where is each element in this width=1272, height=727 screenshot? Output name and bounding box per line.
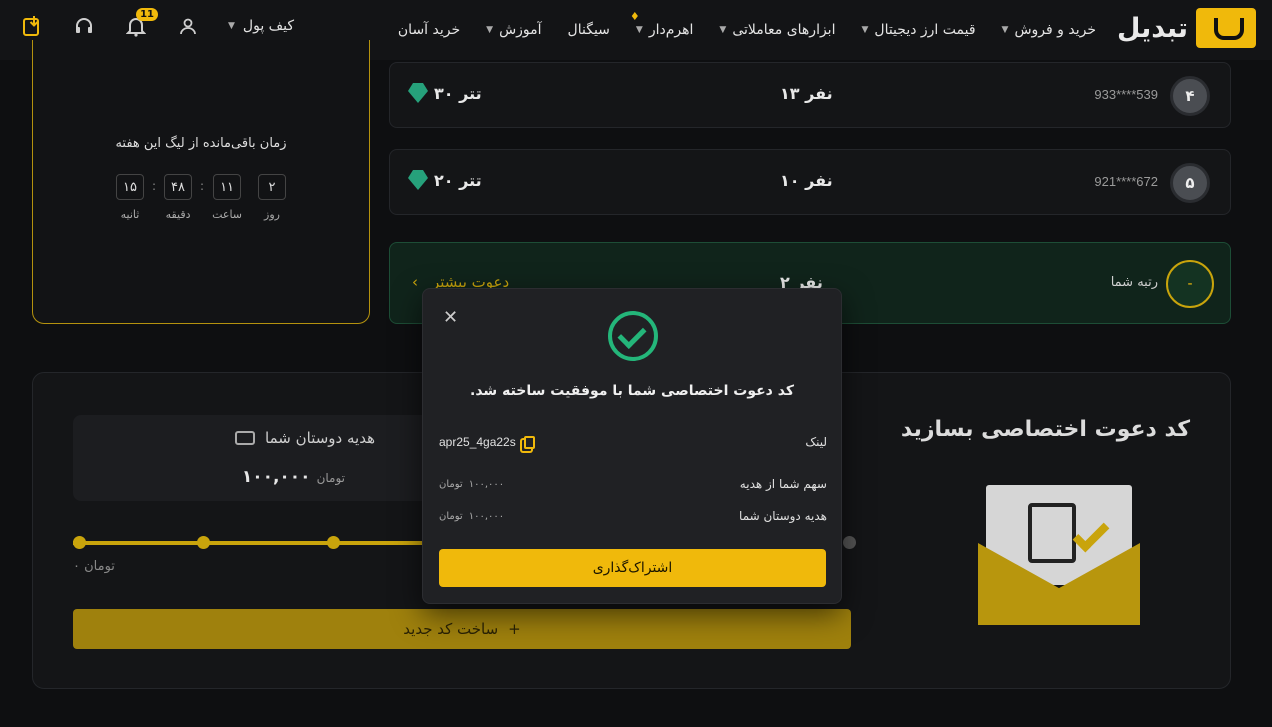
headset-icon[interactable] [72, 14, 96, 38]
close-icon[interactable]: ✕ [443, 307, 458, 328]
create-code-button[interactable]: ساخت کد جدید + [73, 609, 851, 649]
my-share-row: سهم شما از هدیه تومان ۱۰۰,۰۰۰ [439, 477, 827, 491]
check-circle-icon [608, 311, 658, 361]
leaderboard-row: ۵ 921****672 ۱۰ نفر ۲۰ تتر [389, 149, 1231, 215]
invite-count: ۱۰ نفر [780, 171, 833, 190]
league-timer-card: زمان باقی‌مانده از لیگ این هفته ۱۵ ثانیه … [32, 40, 370, 324]
slider-step[interactable] [843, 536, 856, 549]
slider-step[interactable] [197, 536, 210, 549]
bell-icon[interactable]: 11 [124, 8, 158, 38]
nav-item-crypto-price[interactable]: قیمت ارز دیجیتال ▼ [861, 22, 975, 38]
chevron-down-icon: ▼ [635, 25, 643, 35]
link-row: لینک apr25_4ga22s [439, 435, 827, 449]
countdown-hours: ۱۱ ساعت [212, 174, 242, 221]
reward: ۲۰ تتر [408, 170, 482, 190]
countdown-days: ۲ روز [258, 174, 287, 221]
notification-badge: 11 [136, 8, 158, 21]
friends-gift-title: هدیه دوستان شما [235, 429, 375, 447]
plus-icon: + [508, 620, 521, 638]
timer-title: زمان باقی‌مانده از لیگ این هفته [115, 136, 287, 151]
panel-title: کد دعوت اختصاصی بسازید [900, 417, 1190, 442]
chevron-down-icon: ▼ [719, 25, 727, 35]
logo[interactable]: تبدیل [1117, 8, 1256, 48]
countdown: ۱۵ ثانیه : ۴۸ دقیقه : ۱۱ ساعت ۲ روز [33, 174, 369, 221]
nav-item-trading-tools[interactable]: ابزارهای معاملاتی ▼ [719, 22, 835, 38]
invite-count: ۱۳ نفر [780, 84, 833, 103]
user-phone: 933****539 [1094, 87, 1158, 102]
chevron-left-icon: ‹ [412, 273, 418, 291]
nav-item-signal[interactable]: سیگنال [568, 22, 610, 38]
reward: ۳۰ تتر [408, 83, 482, 103]
chevron-down-icon: ▼ [228, 21, 235, 31]
envelope-illustration [978, 485, 1140, 625]
share-button[interactable]: اشتراک‌گذاری [439, 549, 826, 587]
countdown-seconds: ۱۵ ثانیه [115, 174, 144, 221]
wallet-menu[interactable]: کیف پول ▼ [228, 18, 294, 34]
wallet-label: کیف پول [242, 18, 295, 34]
tether-icon [408, 170, 428, 190]
user-phone: 921****672 [1094, 174, 1158, 189]
logo-text: تبدیل [1117, 12, 1188, 44]
friends-gift-box: هدیه دوستان شما ۱۰۰,۰۰۰ تومان [73, 415, 447, 501]
copy-icon[interactable] [523, 435, 535, 449]
nav-item-leverage[interactable]: اهرم‌دار ▼ ♦ [630, 10, 693, 38]
chevron-down-icon: ▼ [1001, 25, 1009, 35]
rank-badge: ۵ [1170, 163, 1210, 203]
success-modal: ✕ کد دعوت اختصاصی شما با موفقیت ساخته شد… [422, 288, 842, 604]
my-rank-label: رتبه شما [1110, 275, 1158, 290]
friends-gift-amount: ۱۰۰,۰۰۰ تومان [241, 467, 345, 487]
invite-link[interactable]: apr25_4ga22s [439, 435, 535, 449]
chevron-down-icon: ▼ [861, 25, 869, 35]
slider-track [73, 541, 424, 545]
user-icon[interactable] [176, 14, 200, 38]
logo-mark-icon [1196, 8, 1256, 48]
ticket-icon [235, 431, 256, 445]
slider-step[interactable] [73, 536, 86, 549]
nav-item-education[interactable]: آموزش ▼ [486, 22, 541, 38]
header-actions: 11 کیف پول ▼ [20, 8, 294, 38]
modal-title: کد دعوت اختصاصی شما با موفقیت ساخته شد. [470, 383, 794, 399]
tether-icon [408, 83, 428, 103]
slider-step[interactable] [327, 536, 340, 549]
countdown-minutes: ۴۸ دقیقه [164, 174, 193, 221]
main-nav: خرید و فروش ▼ قیمت ارز دیجیتال ▼ ابزارهای … [398, 0, 1096, 60]
leaderboard-row: ۴ 933****539 ۱۳ نفر ۳۰ تتر [389, 62, 1231, 128]
nav-item-easy-buy[interactable]: خرید آسان [398, 22, 460, 38]
nav-item-buy-sell[interactable]: خرید و فروش ▼ [1002, 22, 1096, 38]
chevron-down-icon: ▼ [486, 25, 494, 35]
slider-min-label: ۰ تومان [73, 559, 115, 574]
my-rank-badge: - [1166, 260, 1214, 308]
download-app-icon[interactable] [20, 14, 44, 38]
fire-icon: ♦ [629, 10, 640, 23]
friends-gift-row: هدیه دوستان شما تومان ۱۰۰,۰۰۰ [439, 509, 827, 523]
rank-badge: ۴ [1170, 76, 1210, 116]
